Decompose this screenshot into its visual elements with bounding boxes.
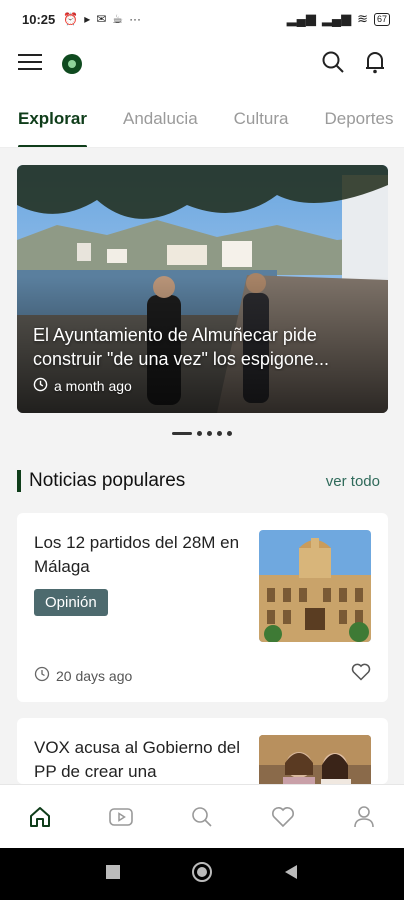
bell-icon[interactable]	[364, 50, 386, 79]
article-card[interactable]: VOX acusa al Gobierno del PP de crear un…	[17, 718, 388, 784]
article-time: 20 days ago	[34, 666, 132, 685]
article-time-ago: 20 days ago	[56, 667, 133, 684]
featured-article[interactable]: El Ayuntamiento de Almuñecar pide constr…	[17, 165, 388, 413]
tab-andalucia[interactable]: Andalucia	[123, 90, 198, 147]
article-thumbnail	[259, 530, 371, 642]
section-accent-bar	[17, 470, 21, 492]
profile-icon[interactable]	[344, 797, 384, 837]
status-bar: 10:25 ⏰ ▸ ✉ ☕ ··· ▂▄▆ ▂▄▆ ≋ 67	[0, 0, 404, 38]
home-system-icon[interactable]	[191, 861, 213, 888]
tab-cultura[interactable]: Cultura	[234, 90, 289, 147]
more-notifications-icon: ···	[129, 12, 142, 26]
carousel-dot[interactable]	[217, 431, 222, 436]
notification-icons: ⏰ ▸ ✉ ☕ ···	[63, 12, 141, 26]
featured-time-ago: a month ago	[54, 378, 132, 394]
carousel-dot[interactable]	[227, 431, 232, 436]
back-icon[interactable]	[284, 864, 298, 885]
carousel-dot-active[interactable]	[172, 432, 192, 435]
article-category-badge: Opinión	[34, 589, 108, 616]
carousel-dot[interactable]	[197, 431, 202, 436]
carousel-indicator	[0, 431, 404, 436]
featured-title-line1: El Ayuntamiento de Almuñecar pide	[33, 325, 317, 345]
see-all-link[interactable]: ver todo	[326, 473, 380, 490]
section-title: Noticias populares	[29, 470, 186, 491]
recents-icon[interactable]	[105, 864, 120, 884]
clock-icon	[33, 377, 48, 395]
article-title: VOX acusa al Gobierno del PP de crear un…	[34, 738, 241, 781]
search-nav-icon[interactable]	[182, 797, 222, 837]
carousel-dot[interactable]	[207, 431, 212, 436]
featured-caption: El Ayuntamiento de Almuñecar pide constr…	[33, 323, 372, 395]
featured-title-line2: construir "de una vez" los espigone...	[33, 349, 329, 369]
app-header	[0, 38, 404, 90]
tab-explorar[interactable]: Explorar	[18, 90, 87, 147]
app-logo	[62, 54, 82, 74]
play-icon: ▸	[84, 12, 91, 26]
article-thumbnail	[259, 735, 371, 784]
favorites-icon[interactable]	[263, 797, 303, 837]
clock-icon	[34, 666, 50, 685]
signal-icon: ▂▄▆	[286, 11, 316, 26]
tab-deportes[interactable]: Deportes	[324, 90, 393, 147]
heart-icon[interactable]	[351, 663, 371, 686]
category-tabs: Explorar Andalucia Cultura Deportes	[0, 90, 404, 148]
bottom-navigation	[0, 784, 404, 848]
system-navigation	[0, 848, 404, 900]
video-icon[interactable]	[101, 797, 141, 837]
search-icon[interactable]	[322, 51, 344, 78]
alarm-icon: ⏰	[63, 12, 79, 26]
menu-icon[interactable]	[18, 53, 42, 76]
popular-news-header: Noticias populares ver todo	[17, 468, 388, 494]
home-icon[interactable]	[20, 797, 60, 837]
article-card[interactable]: Los 12 partidos del 28M en Málaga Opinió…	[17, 513, 388, 702]
wifi-icon: ≋	[357, 11, 368, 26]
article-title: Los 12 partidos del 28M en Málaga	[34, 533, 240, 576]
battery-icon: 67	[373, 12, 390, 26]
signal-icon-2: ▂▄▆	[321, 11, 352, 26]
app-icon: ☕	[112, 12, 124, 26]
mail-icon: ✉	[96, 12, 107, 26]
status-time: 10:25	[22, 11, 56, 27]
